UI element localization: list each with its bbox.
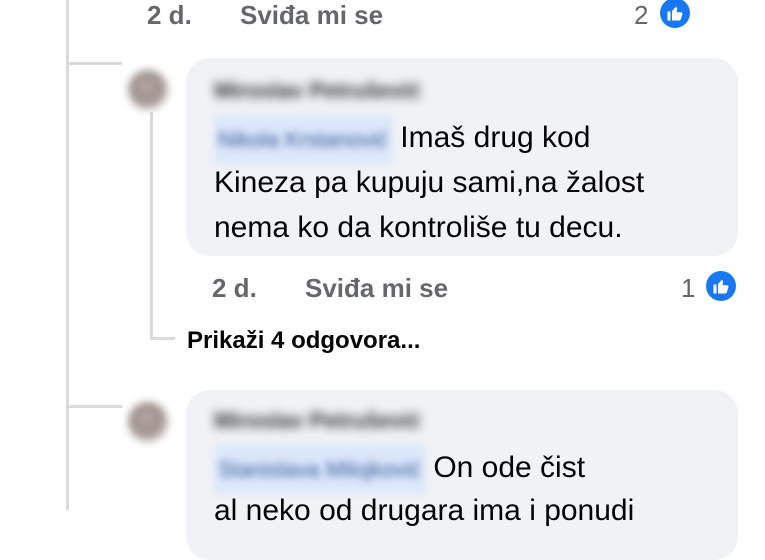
comment-text-line: al neko od drugara ima i ponudi — [214, 494, 635, 527]
top-reaction-count: 2 — [634, 0, 649, 30]
comment-bubble: Miroslav Petrušević Nikola Krstanović Im… — [186, 58, 738, 256]
avatar[interactable] — [128, 402, 168, 442]
comment-text-line: Kineza pa kupuju sami,na žalost — [214, 166, 645, 199]
comment-text-line: Imaš drug kod — [400, 121, 591, 154]
view-more-replies-link[interactable]: Prikaži 4 odgovora... — [187, 327, 420, 355]
thread-branch-inner — [150, 337, 175, 340]
comment-text-line: nema ko da kontroliše tu decu. — [214, 211, 623, 244]
thread-line-inner — [150, 112, 153, 337]
comment-bubble: Miroslav Petrušević Stanislava Milojkovi… — [186, 390, 738, 560]
comment-like-button[interactable]: Sviđa mi se — [305, 273, 448, 304]
comment-time: 2 d. — [212, 273, 257, 303]
comment-reaction-count: 1 — [681, 273, 696, 303]
comment-author[interactable]: Miroslav Petrušević — [214, 408, 421, 434]
top-comment-time: 2 d. — [147, 0, 192, 30]
thumbs-up-icon[interactable] — [706, 271, 736, 301]
thread-line-outer — [66, 0, 69, 510]
thumbs-up-icon[interactable] — [660, 0, 690, 28]
comment-mention[interactable]: Stanislava Milojković — [214, 445, 425, 494]
thread-branch-2 — [66, 405, 122, 408]
comment-author[interactable]: Miroslav Petrušević — [214, 78, 421, 104]
top-comment-like-button[interactable]: Sviđa mi se — [240, 0, 383, 31]
thread-branch-1 — [66, 62, 122, 65]
avatar[interactable] — [128, 70, 168, 110]
comment-mention[interactable]: Nikola Krstanović — [214, 115, 392, 164]
comment-text-line: On ode čist — [433, 451, 586, 484]
